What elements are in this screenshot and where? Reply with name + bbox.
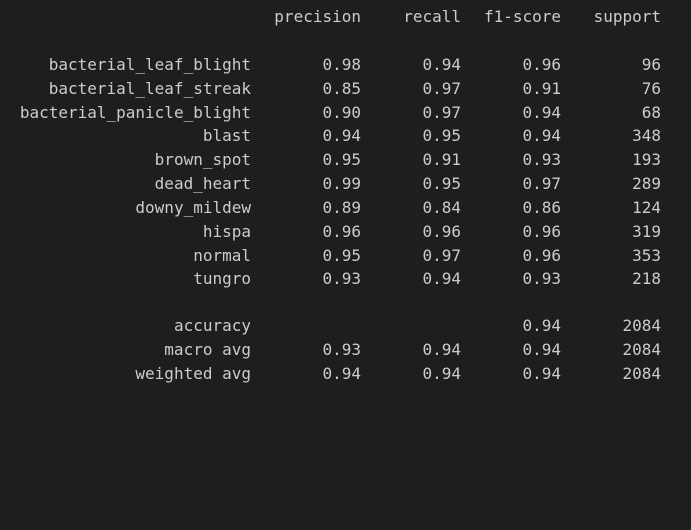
weighted-avg-f1-score: 0.94: [522, 364, 561, 383]
row-f1-score: 0.96: [522, 246, 561, 265]
row-recall: 0.97: [422, 103, 461, 122]
row-recall: 0.97: [422, 79, 461, 98]
row-f1-score: 0.93: [522, 269, 561, 288]
header-row: precision recall f1-score support: [0, 5, 691, 29]
row-label: dead_heart: [154, 174, 251, 193]
macro-avg-f1-score: 0.94: [522, 340, 561, 359]
classification-report: precision recall f1-score support bacter…: [0, 0, 691, 404]
row-precision: 0.85: [322, 79, 361, 98]
table-row: bacterial_panicle_blight 0.90 0.97 0.94 …: [0, 101, 691, 125]
table-row: bacterial_leaf_blight 0.98 0.94 0.96 96: [0, 53, 691, 77]
row-recall: 0.96: [422, 222, 461, 241]
row-f1-score: 0.93: [522, 150, 561, 169]
row-f1-score: 0.91: [522, 79, 561, 98]
row-support: 218: [632, 269, 661, 288]
weighted-avg-recall: 0.94: [422, 364, 461, 383]
row-support: 353: [632, 246, 661, 265]
row-precision: 0.90: [322, 103, 361, 122]
row-recall: 0.95: [422, 174, 461, 193]
row-f1-score: 0.94: [522, 103, 561, 122]
row-support: 68: [641, 103, 661, 122]
row-precision: 0.95: [322, 150, 361, 169]
row-f1-score: 0.97: [522, 174, 561, 193]
row-f1-score: 0.96: [522, 222, 561, 241]
row-f1-score: 0.86: [522, 198, 561, 217]
table-row: blast 0.94 0.95 0.94 348: [0, 124, 691, 148]
header-precision: precision: [274, 7, 361, 26]
row-f1-score: 0.94: [522, 126, 561, 145]
row-f1-score: 0.96: [522, 55, 561, 74]
table-row: bacterial_leaf_streak 0.85 0.97 0.91 76: [0, 77, 691, 101]
macro-avg-label: macro avg: [164, 340, 251, 359]
row-recall: 0.95: [422, 126, 461, 145]
weighted-avg-support: 2084: [622, 364, 661, 383]
weighted-avg-row: weighted avg 0.94 0.94 0.94 2084: [0, 362, 691, 386]
header-f1-score: f1-score: [483, 7, 561, 26]
row-recall: 0.91: [422, 150, 461, 169]
row-precision: 0.93: [322, 269, 361, 288]
row-label: bacterial_leaf_blight: [48, 55, 251, 74]
row-recall: 0.97: [422, 246, 461, 265]
row-label: brown_spot: [154, 150, 251, 169]
header-recall: recall: [403, 7, 461, 26]
row-label: tungro: [193, 269, 251, 288]
accuracy-support: 2084: [622, 316, 661, 335]
row-support: 124: [632, 198, 661, 217]
row-precision: 0.94: [322, 126, 361, 145]
macro-avg-row: macro avg 0.93 0.94 0.94 2084: [0, 338, 691, 362]
table-row: dead_heart 0.99 0.95 0.97 289: [0, 172, 691, 196]
row-label: bacterial_leaf_streak: [48, 79, 251, 98]
accuracy-label: accuracy: [173, 316, 251, 335]
row-precision: 0.96: [322, 222, 361, 241]
row-label: normal: [193, 246, 251, 265]
row-support: 319: [632, 222, 661, 241]
weighted-avg-label: weighted avg: [135, 364, 251, 383]
header-support: support: [593, 7, 661, 26]
row-precision: 0.95: [322, 246, 361, 265]
table-row: normal 0.95 0.97 0.96 353: [0, 244, 691, 268]
macro-avg-support: 2084: [622, 340, 661, 359]
row-precision: 0.89: [322, 198, 361, 217]
table-row: tungro 0.93 0.94 0.93 218: [0, 267, 691, 291]
row-label: hispa: [202, 222, 251, 241]
row-recall: 0.84: [422, 198, 461, 217]
row-precision: 0.98: [322, 55, 361, 74]
macro-avg-recall: 0.94: [422, 340, 461, 359]
row-recall: 0.94: [422, 55, 461, 74]
weighted-avg-precision: 0.94: [322, 364, 361, 383]
row-support: 348: [632, 126, 661, 145]
row-support: 76: [641, 79, 661, 98]
row-precision: 0.99: [322, 174, 361, 193]
row-label: bacterial_panicle_blight: [19, 103, 251, 122]
row-label: downy_mildew: [135, 198, 251, 217]
row-support: 96: [641, 55, 661, 74]
macro-avg-precision: 0.93: [322, 340, 361, 359]
row-label: blast: [202, 126, 251, 145]
accuracy-row: accuracy 0.94 2084: [0, 314, 691, 338]
row-support: 193: [632, 150, 661, 169]
table-row: hispa 0.96 0.96 0.96 319: [0, 220, 691, 244]
table-row: brown_spot 0.95 0.91 0.93 193: [0, 148, 691, 172]
table-row: downy_mildew 0.89 0.84 0.86 124: [0, 196, 691, 220]
row-support: 289: [632, 174, 661, 193]
accuracy-f1-score: 0.94: [522, 316, 561, 335]
row-recall: 0.94: [422, 269, 461, 288]
